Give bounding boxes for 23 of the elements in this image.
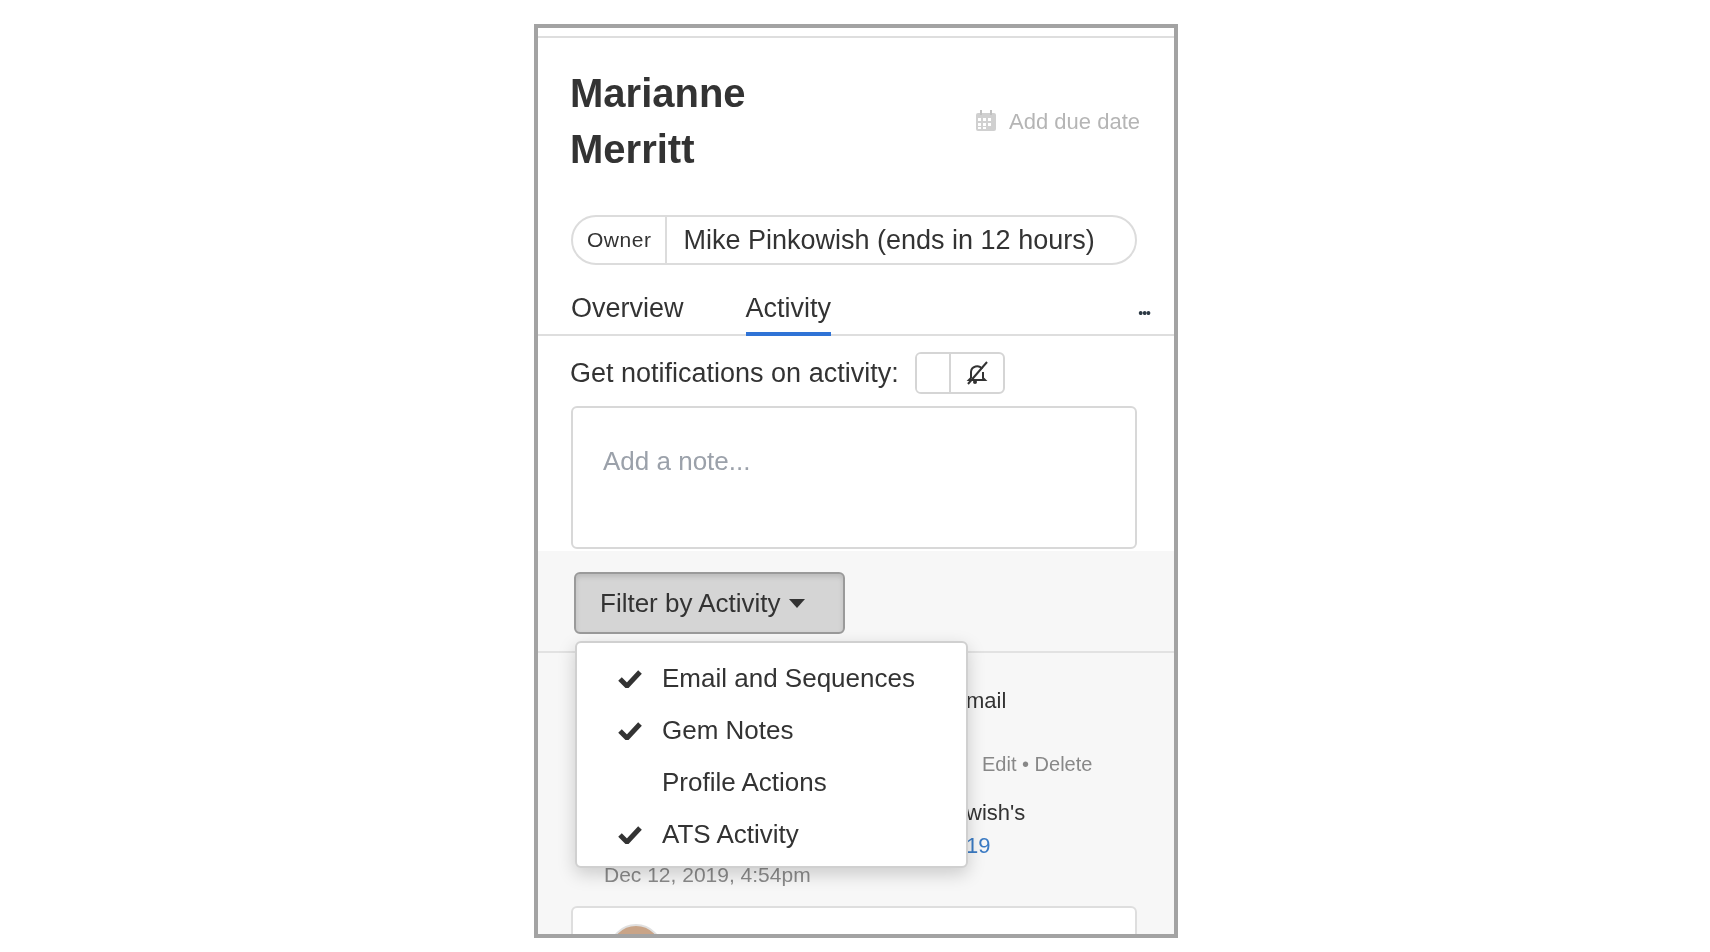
notifications-label: Get notifications on activity: <box>570 356 899 390</box>
check-icon <box>618 824 642 844</box>
note-field[interactable]: Add a note... <box>571 406 1137 549</box>
filter-option[interactable]: Profile Actions <box>577 756 966 808</box>
candidate-name: Marianne Merritt <box>570 70 747 173</box>
owner-value: Mike Pinkowish (ends in 12 hours) <box>682 223 1096 257</box>
activity-link[interactable]: 19 <box>966 831 991 861</box>
check-icon <box>618 720 642 740</box>
owner-label: Owner <box>573 217 668 263</box>
tab[interactable]: Overview <box>571 290 684 336</box>
activity-timestamp: Dec 12, 2019, 4:54pm <box>604 864 811 886</box>
activity-text: wish's <box>966 799 1026 827</box>
filter-dropdown-button[interactable]: Filter by Activity <box>574 572 845 634</box>
filter-option[interactable]: Email and Sequences <box>577 652 966 704</box>
more-menu-button[interactable]: ••• <box>1138 303 1150 324</box>
calendar-icon <box>975 110 998 132</box>
check-icon <box>618 668 642 688</box>
filter-option[interactable]: ATS Activity <box>577 808 966 860</box>
filter-option[interactable]: Gem Notes <box>577 704 966 756</box>
caret-icon <box>788 598 805 608</box>
tab[interactable]: Activity <box>745 290 832 336</box>
activity-title: mail <box>966 687 1007 715</box>
notifications-toggle[interactable] <box>914 352 1005 394</box>
